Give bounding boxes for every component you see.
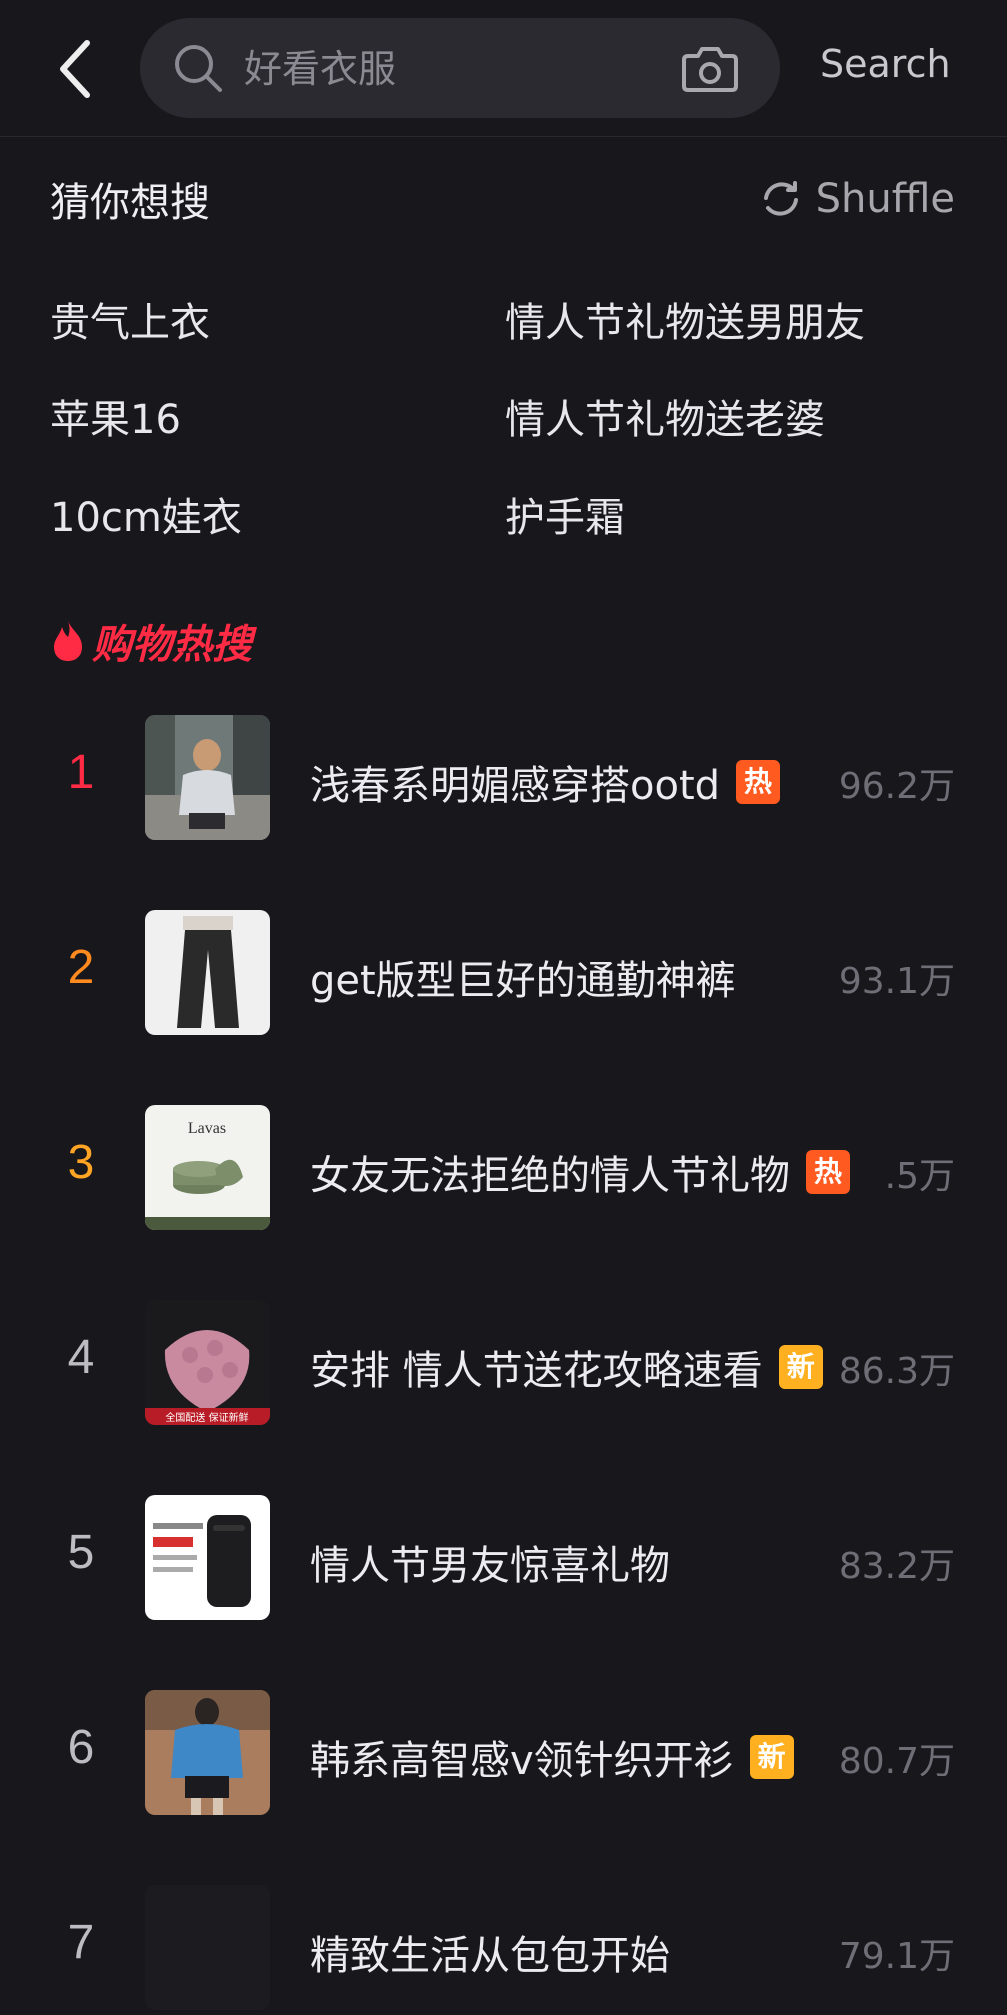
hot-search-label-wrap: get版型巨好的通勤神裤 — [310, 948, 736, 1006]
hot-search-row[interactable]: 2 get版型巨好的通勤神裤 93.1万 — [0, 910, 1007, 1040]
hot-search-row[interactable]: 1 浅春系明媚感穿搭ootd 热 96.2万 — [0, 715, 1007, 845]
search-button[interactable]: Search — [820, 42, 951, 86]
hot-search-label-wrap: 韩系高智感v领针织开衫 新 — [310, 1728, 794, 1786]
hot-search-label: 韩系高智感v领针织开衫 — [310, 1738, 734, 1784]
search-count: .5万 — [884, 1156, 955, 1197]
search-icon — [175, 45, 222, 92]
product-thumbnail: 全国配送 保证新鲜 — [145, 1300, 270, 1425]
rank-number: 3 — [67, 1136, 95, 1189]
hot-search-title-text: 购物热搜 — [92, 622, 252, 668]
hot-search-label-wrap: 浅春系明媚感穿搭ootd 热 — [310, 753, 781, 811]
hot-search-label: 浅春系明媚感穿搭ootd — [310, 763, 721, 809]
rank-number: 6 — [67, 1721, 95, 1774]
shuffle-button[interactable]: Shuffle — [760, 176, 955, 222]
hot-search-row[interactable]: 3 Lavas 女友无法拒绝的情人节礼物 热 .5万 — [0, 1105, 1007, 1235]
hot-search-label-wrap: 安排 情人节送花攻略速看 新 — [310, 1338, 823, 1396]
thumbnail-brand-text: Lavas — [188, 1120, 226, 1137]
hot-search-label: get版型巨好的通勤神裤 — [310, 958, 736, 1004]
hot-search-title: 购物热搜 — [50, 612, 252, 670]
flame-icon — [54, 621, 82, 661]
search-count: 80.7万 — [838, 1741, 955, 1782]
hot-search-row[interactable]: 6 韩系高智感v领针织开衫 新 80.7万 — [0, 1690, 1007, 1820]
rank-number: 1 — [67, 746, 95, 799]
shuffle-icon — [763, 181, 798, 216]
hot-badge: 热 — [736, 760, 781, 804]
new-badge: 新 — [749, 1735, 794, 1779]
hot-search-label-wrap: 女友无法拒绝的情人节礼物 热 — [310, 1143, 850, 1201]
hot-search-row[interactable]: 4 全国配送 保证新鲜 安排 情人节送花攻略速看 新 86.3万 — [0, 1300, 1007, 1430]
product-thumbnail — [145, 1495, 270, 1620]
product-thumbnail — [145, 1690, 270, 1815]
shuffle-label: Shuffle — [815, 176, 955, 222]
rank-number: 2 — [67, 941, 95, 994]
thumbnail-tag-text: 全国配送 保证新鲜 — [165, 1411, 248, 1424]
search-count: 83.2万 — [838, 1546, 955, 1587]
hot-search-label: 情人节男友惊喜礼物 — [310, 1543, 670, 1589]
search-count: 96.2万 — [838, 766, 955, 807]
new-badge: 新 — [778, 1345, 823, 1389]
product-thumbnail — [145, 715, 270, 840]
product-thumbnail — [145, 1885, 270, 2010]
hot-search-row[interactable]: 7 精致生活从包包开始 79.1万 — [0, 1885, 1007, 2015]
top-bar: Search — [0, 0, 1007, 137]
search-input[interactable] — [242, 40, 666, 98]
rank-number: 4 — [67, 1331, 95, 1384]
hot-badge: 热 — [806, 1150, 850, 1194]
guess-item[interactable]: 情人节礼物送老婆 — [505, 387, 825, 445]
hot-search-label: 安排 情人节送花攻略速看 — [310, 1348, 763, 1394]
search-count: 93.1万 — [838, 961, 955, 1002]
back-button[interactable] — [50, 34, 100, 104]
guess-item[interactable]: 护手霜 — [505, 485, 625, 543]
guess-item[interactable]: 10cm娃衣 — [50, 485, 242, 543]
search-count: 79.1万 — [838, 1936, 955, 1977]
guess-item[interactable]: 苹果16 — [50, 387, 181, 445]
product-thumbnail: Lavas — [145, 1105, 270, 1230]
hot-search-row[interactable]: 5 情人节男友惊喜礼物 83.2万 — [0, 1495, 1007, 1625]
search-box[interactable] — [140, 18, 780, 118]
hot-search-label-wrap: 精致生活从包包开始 — [310, 1923, 670, 1981]
rank-number: 5 — [67, 1526, 95, 1579]
hot-search-label-wrap: 情人节男友惊喜礼物 — [310, 1533, 670, 1591]
rank-number: 7 — [67, 1916, 95, 1969]
back-arrow-icon — [60, 40, 90, 98]
hot-search-label: 女友无法拒绝的情人节礼物 — [310, 1153, 790, 1199]
search-count: 86.3万 — [838, 1351, 955, 1392]
hot-search-label: 精致生活从包包开始 — [310, 1933, 670, 1979]
camera-icon[interactable] — [680, 40, 740, 96]
guess-item[interactable]: 情人节礼物送男朋友 — [505, 290, 865, 348]
guess-section-title: 猜你想搜 — [50, 180, 210, 226]
product-thumbnail — [145, 910, 270, 1035]
guess-item[interactable]: 贵气上衣 — [50, 290, 210, 348]
